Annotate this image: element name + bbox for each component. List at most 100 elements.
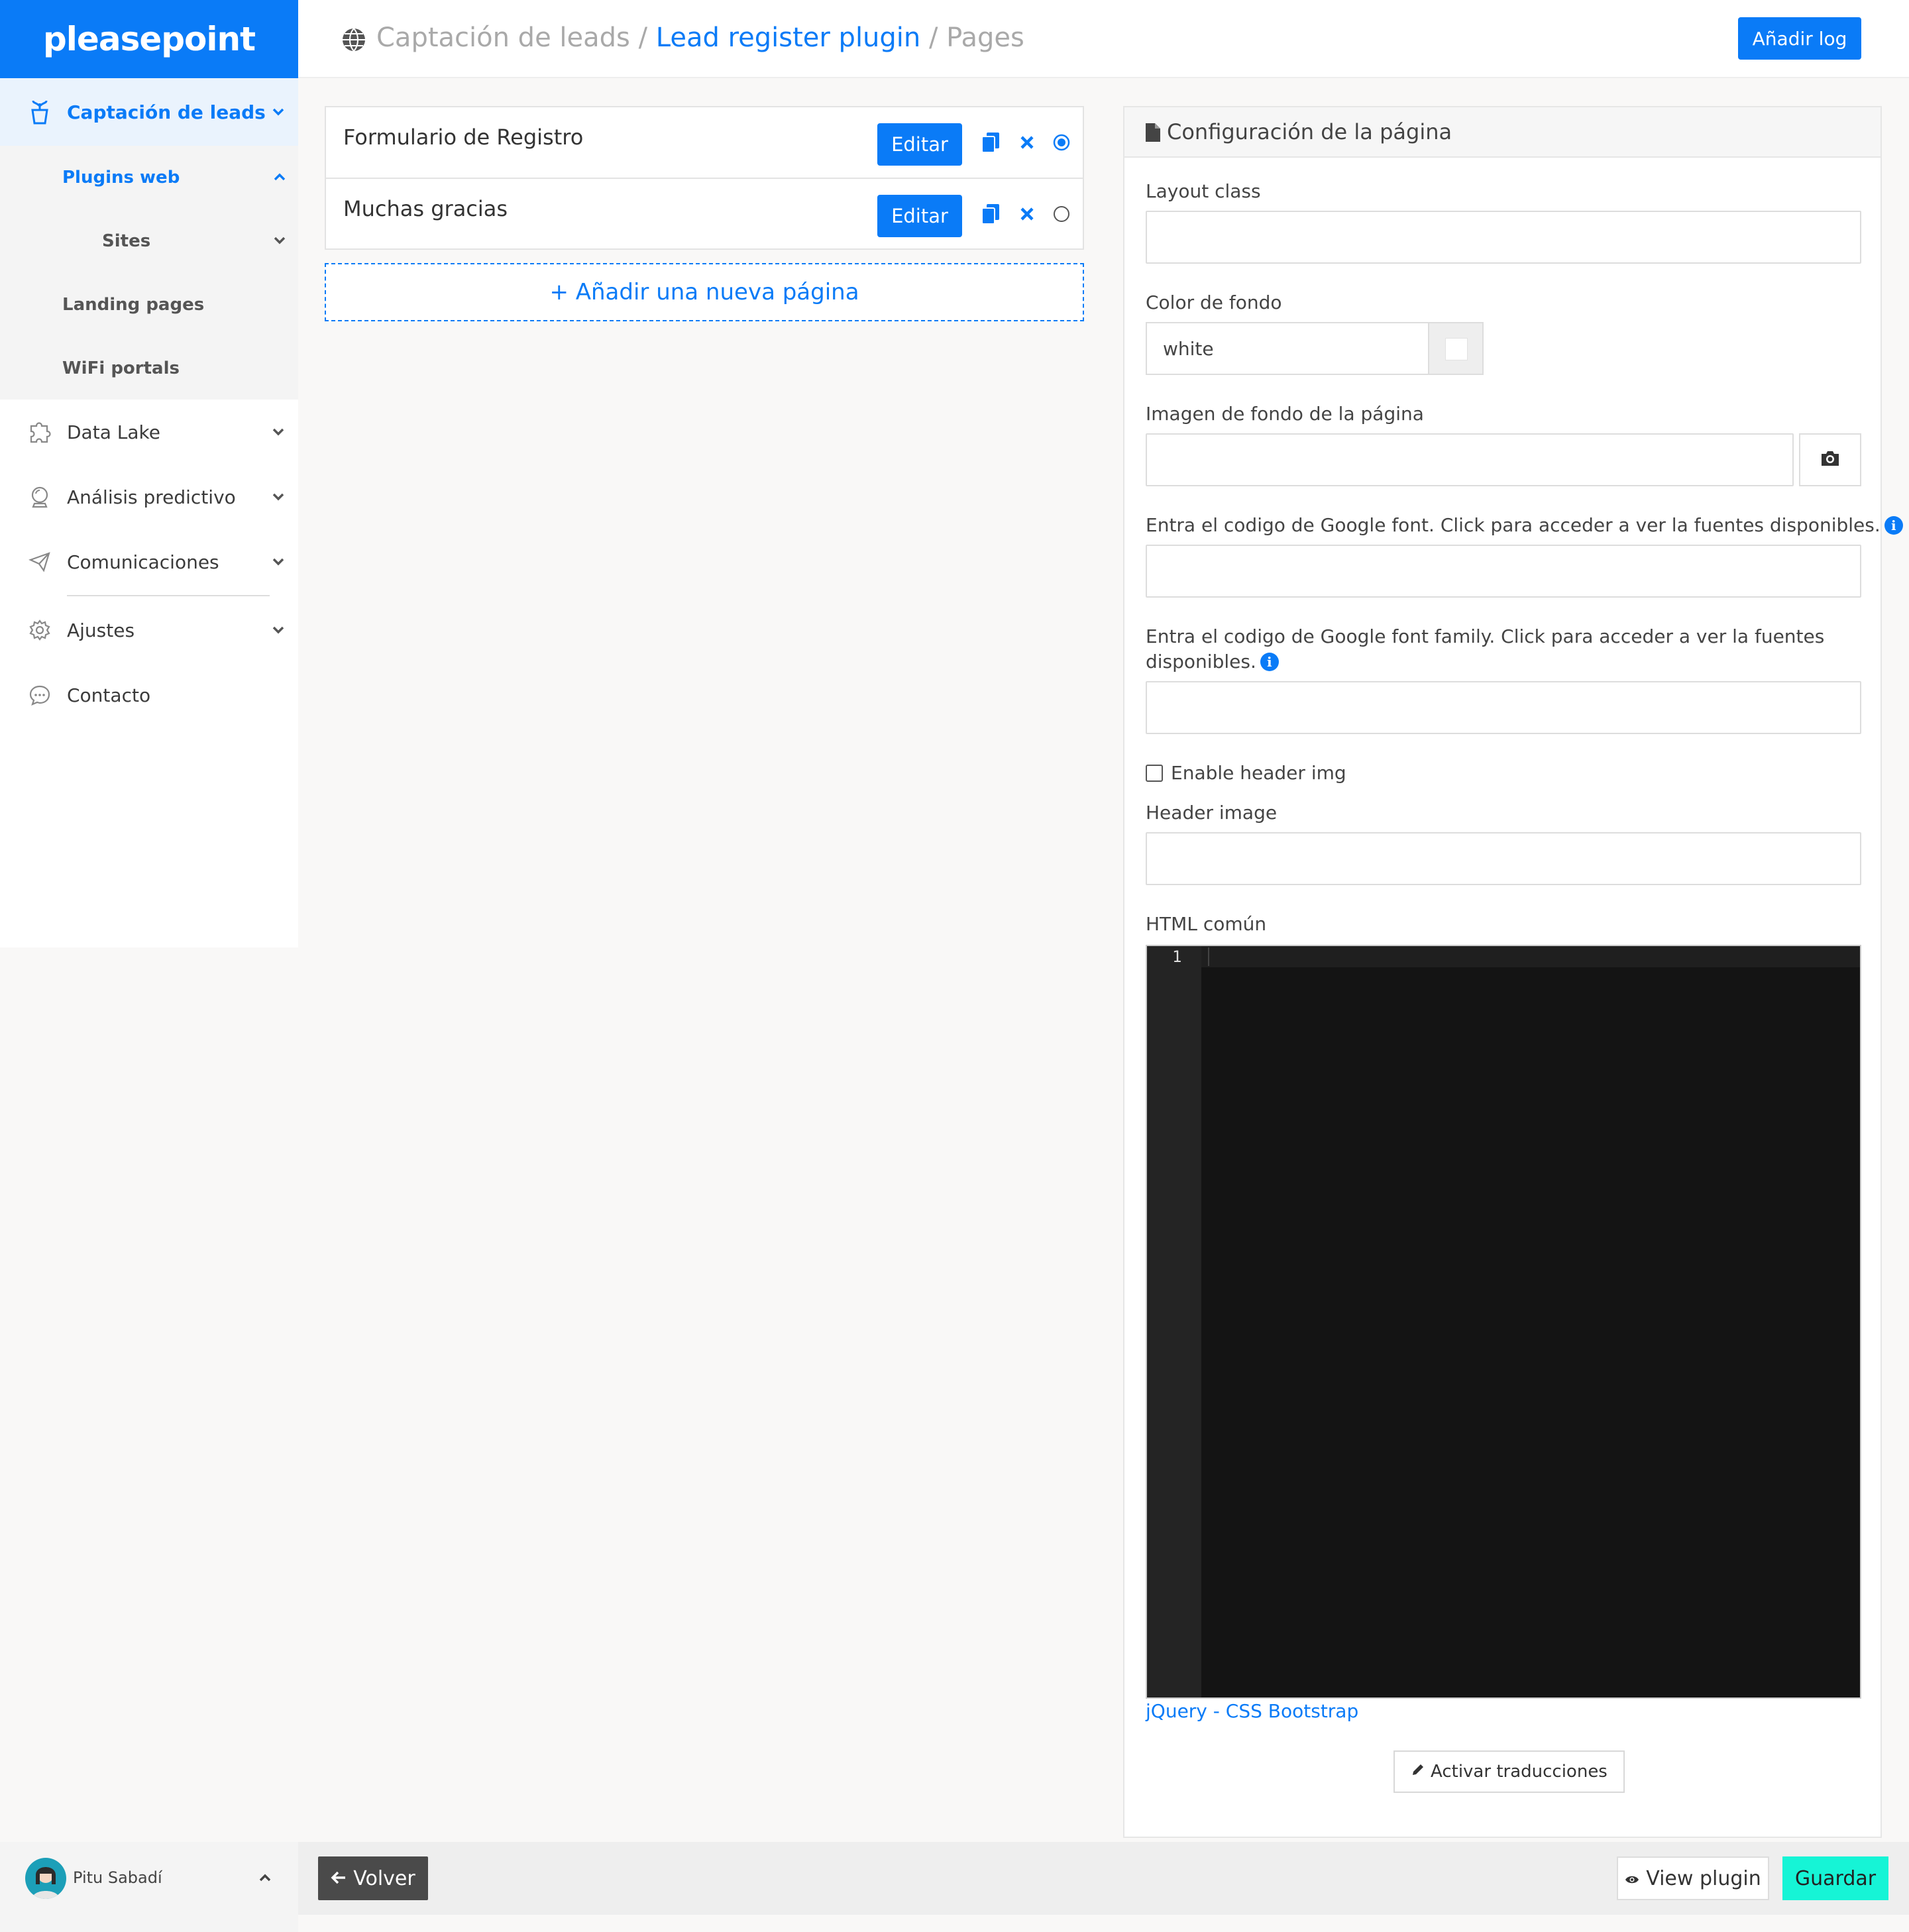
- eye-icon: [1625, 1867, 1639, 1890]
- sidebar-item-label: Plugins web: [62, 168, 180, 188]
- page-config-panel: Configuración de la página Layout class …: [1123, 106, 1903, 1838]
- editor-active-line: [1201, 946, 1860, 967]
- sidebar-item-label: Análisis predictivo: [67, 486, 236, 508]
- view-plugin-button[interactable]: View plugin: [1617, 1856, 1769, 1900]
- sidebar-item-label: Landing pages: [62, 295, 205, 315]
- list-item: Formulario de Registro Editar: [326, 107, 1083, 178]
- editor-cursor: [1208, 947, 1209, 966]
- google-font-label: Entra el codigo de Google font. Click pa…: [1146, 514, 1903, 536]
- breadcrumb-separator: /: [629, 23, 656, 53]
- plant-icon: [27, 99, 53, 125]
- google-font-family-label: Entra el codigo de Google font family. C…: [1146, 625, 1825, 647]
- sidebar-item-analisis-predictivo[interactable]: Análisis predictivo: [0, 464, 298, 529]
- chevron-down-icon[interactable]: [270, 489, 286, 505]
- info-icon[interactable]: i: [1260, 653, 1279, 671]
- google-font-label-text: Entra el codigo de Google font. Click pa…: [1146, 514, 1881, 536]
- chevron-up-icon[interactable]: [273, 172, 286, 184]
- breadcrumb-root: Captación de leads: [376, 23, 630, 53]
- arrow-left-icon: [331, 1867, 347, 1890]
- sidebar-item-data-lake[interactable]: Data Lake: [0, 400, 298, 464]
- sidebar-item-contacto[interactable]: Contacto: [0, 663, 298, 727]
- sidebar-item-label: Sites: [102, 231, 151, 251]
- page-title: Muchas gracias: [343, 196, 508, 221]
- chevron-down-icon[interactable]: [270, 622, 286, 638]
- breadcrumb: Captación de leads / Lead register plugi…: [376, 23, 1024, 53]
- pencil-icon: [1411, 1762, 1425, 1782]
- sidebar-item-sites[interactable]: Sites: [0, 209, 298, 273]
- google-font-input[interactable]: [1146, 545, 1861, 598]
- enable-header-checkbox[interactable]: [1146, 765, 1163, 782]
- user-menu[interactable]: Pitu Sabadí: [0, 1842, 298, 1932]
- chat-icon: [27, 682, 53, 708]
- link-separator: -: [1207, 1700, 1226, 1722]
- chevron-down-icon[interactable]: [270, 554, 286, 570]
- header-image-label: Header image: [1146, 802, 1278, 824]
- add-page-button[interactable]: + Añadir una nueva página: [325, 263, 1084, 321]
- layout-class-input[interactable]: [1146, 211, 1861, 264]
- chevron-down-icon[interactable]: [273, 235, 286, 248]
- selected-radio[interactable]: [1050, 131, 1073, 154]
- sidebar-item-wifi-portals[interactable]: WiFi portals: [0, 337, 298, 400]
- pleasepoint-logo[interactable]: pleasepoint: [43, 20, 256, 58]
- info-icon[interactable]: i: [1884, 516, 1903, 535]
- google-font-family-label-cont: disponibles. i: [1146, 651, 1279, 672]
- top-bar: Captación de leads / Lead register plugi…: [298, 0, 1909, 78]
- user-name: Pitu Sabadí: [73, 1868, 162, 1887]
- breadcrumb-link-plugin[interactable]: Lead register plugin: [656, 23, 921, 53]
- paper-plane-icon: [27, 549, 53, 575]
- page-title: Formulario de Registro: [343, 125, 584, 150]
- editor-gutter: 1: [1147, 946, 1201, 1697]
- add-log-button[interactable]: Añadir log: [1738, 17, 1861, 60]
- logo-bar: pleasepoint: [0, 0, 298, 78]
- copy-icon[interactable]: [979, 203, 1002, 225]
- google-font-family-label-text: disponibles.: [1146, 651, 1256, 672]
- activate-translations-button[interactable]: Activar traducciones: [1393, 1750, 1625, 1793]
- activate-translations-label: Activar traducciones: [1431, 1762, 1608, 1782]
- sidebar-item-plugins-web[interactable]: Plugins web: [0, 146, 298, 209]
- close-icon[interactable]: [1016, 203, 1038, 225]
- css-bootstrap-link[interactable]: CSS Bootstrap: [1226, 1700, 1358, 1722]
- globe-icon: [341, 27, 367, 53]
- bg-image-label: Imagen de fondo de la página: [1146, 403, 1424, 425]
- layout-class-label: Layout class: [1146, 180, 1261, 202]
- bg-color-input[interactable]: white: [1146, 322, 1429, 375]
- enable-header-label: Enable header img: [1171, 762, 1346, 784]
- sidebar-item-captacion-de-leads[interactable]: Captación de leads: [0, 78, 298, 146]
- jquery-link[interactable]: jQuery: [1146, 1700, 1207, 1722]
- chevron-up-icon[interactable]: [257, 1870, 273, 1886]
- sidebar-subgroup: Plugins web Sites Landing pages WiFi por…: [0, 146, 298, 400]
- close-icon[interactable]: [1016, 131, 1038, 154]
- edit-button[interactable]: Editar: [877, 123, 962, 166]
- sidebar-divider: [67, 595, 270, 596]
- view-plugin-label: View plugin: [1646, 1866, 1761, 1890]
- pages-list: Formulario de Registro Editar Muchas gra…: [325, 106, 1084, 250]
- sidebar-item-comunicaciones[interactable]: Comunicaciones: [0, 529, 298, 594]
- unselected-radio[interactable]: [1050, 203, 1073, 225]
- sidebar-item-label: WiFi portals: [62, 358, 180, 378]
- sidebar-item-label: Ajustes: [67, 619, 135, 641]
- breadcrumb-current: Pages: [946, 23, 1024, 53]
- bg-image-input[interactable]: [1146, 433, 1794, 486]
- copy-icon[interactable]: [979, 131, 1002, 154]
- save-button[interactable]: Guardar: [1782, 1856, 1888, 1900]
- bg-color-label: Color de fondo: [1146, 292, 1282, 313]
- panel-header: Configuración de la página: [1124, 107, 1881, 158]
- upload-image-button[interactable]: [1799, 433, 1861, 486]
- edit-button[interactable]: Editar: [877, 195, 962, 237]
- chevron-down-icon[interactable]: [270, 104, 286, 120]
- breadcrumb-separator: /: [920, 23, 947, 53]
- color-picker-swatch[interactable]: [1428, 322, 1484, 375]
- html-code-editor[interactable]: 1: [1146, 945, 1861, 1699]
- header-image-input[interactable]: [1146, 832, 1861, 885]
- chevron-down-icon[interactable]: [270, 424, 286, 440]
- line-number: 1: [1172, 947, 1182, 966]
- crystal-ball-icon: [27, 484, 53, 510]
- footer-bar: Volver View plugin Guardar: [298, 1842, 1909, 1915]
- gear-icon: [27, 617, 53, 643]
- back-button[interactable]: Volver: [318, 1856, 428, 1900]
- library-links: jQuery - CSS Bootstrap: [1146, 1700, 1358, 1722]
- google-font-family-input[interactable]: [1146, 681, 1861, 734]
- sidebar-item-ajustes[interactable]: Ajustes: [0, 598, 298, 663]
- sidebar-item-landing-pages[interactable]: Landing pages: [0, 273, 298, 337]
- sidebar-item-label: Data Lake: [67, 421, 160, 443]
